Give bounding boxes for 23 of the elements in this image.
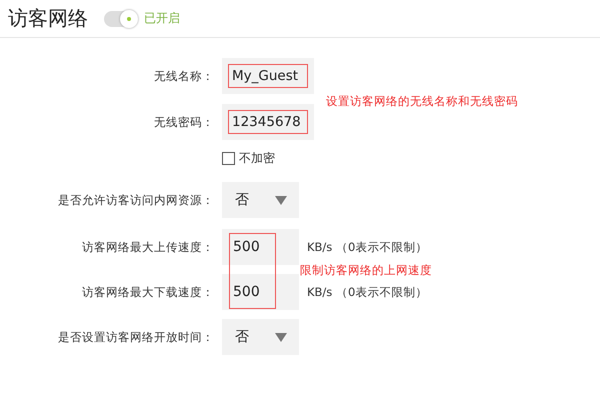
field-label: 是否设置访客网络开放时间： bbox=[58, 330, 214, 344]
caret-icon bbox=[275, 196, 287, 204]
page-title: 访客网络 bbox=[8, 5, 88, 32]
input-field[interactable]: 500 bbox=[222, 229, 299, 265]
field-label: 访客网络最大上传速度： bbox=[82, 240, 214, 254]
input-field[interactable]: 12345678 bbox=[222, 104, 314, 140]
annotation-text: 限制访客网络的上网速度 bbox=[300, 262, 432, 278]
caret-icon bbox=[275, 332, 287, 342]
field-label: 无线密码： bbox=[154, 114, 214, 128]
select-field[interactable]: 否 bbox=[222, 319, 299, 355]
input-field[interactable]: My_Guest bbox=[222, 58, 314, 94]
field-label: 访客网络最大下载速度： bbox=[82, 284, 214, 298]
unit-hint: KB/s （0表示不限制） bbox=[307, 284, 428, 300]
checkbox[interactable] bbox=[222, 152, 235, 164]
select-field[interactable]: 否 bbox=[222, 182, 299, 218]
checkbox-label: 不加密 bbox=[239, 150, 275, 166]
toggle-switch[interactable] bbox=[104, 10, 138, 26]
annotation-text: 设置访客网络的无线名称和无线密码 bbox=[326, 94, 518, 109]
field-label: 无线名称： bbox=[154, 68, 214, 82]
unit-hint: KB/s （0表示不限制） bbox=[307, 240, 428, 254]
status-text: 已开启 bbox=[144, 10, 180, 27]
field-label: 是否允许访客访问内网资源： bbox=[58, 192, 214, 206]
input-field[interactable]: 500 bbox=[222, 274, 299, 310]
